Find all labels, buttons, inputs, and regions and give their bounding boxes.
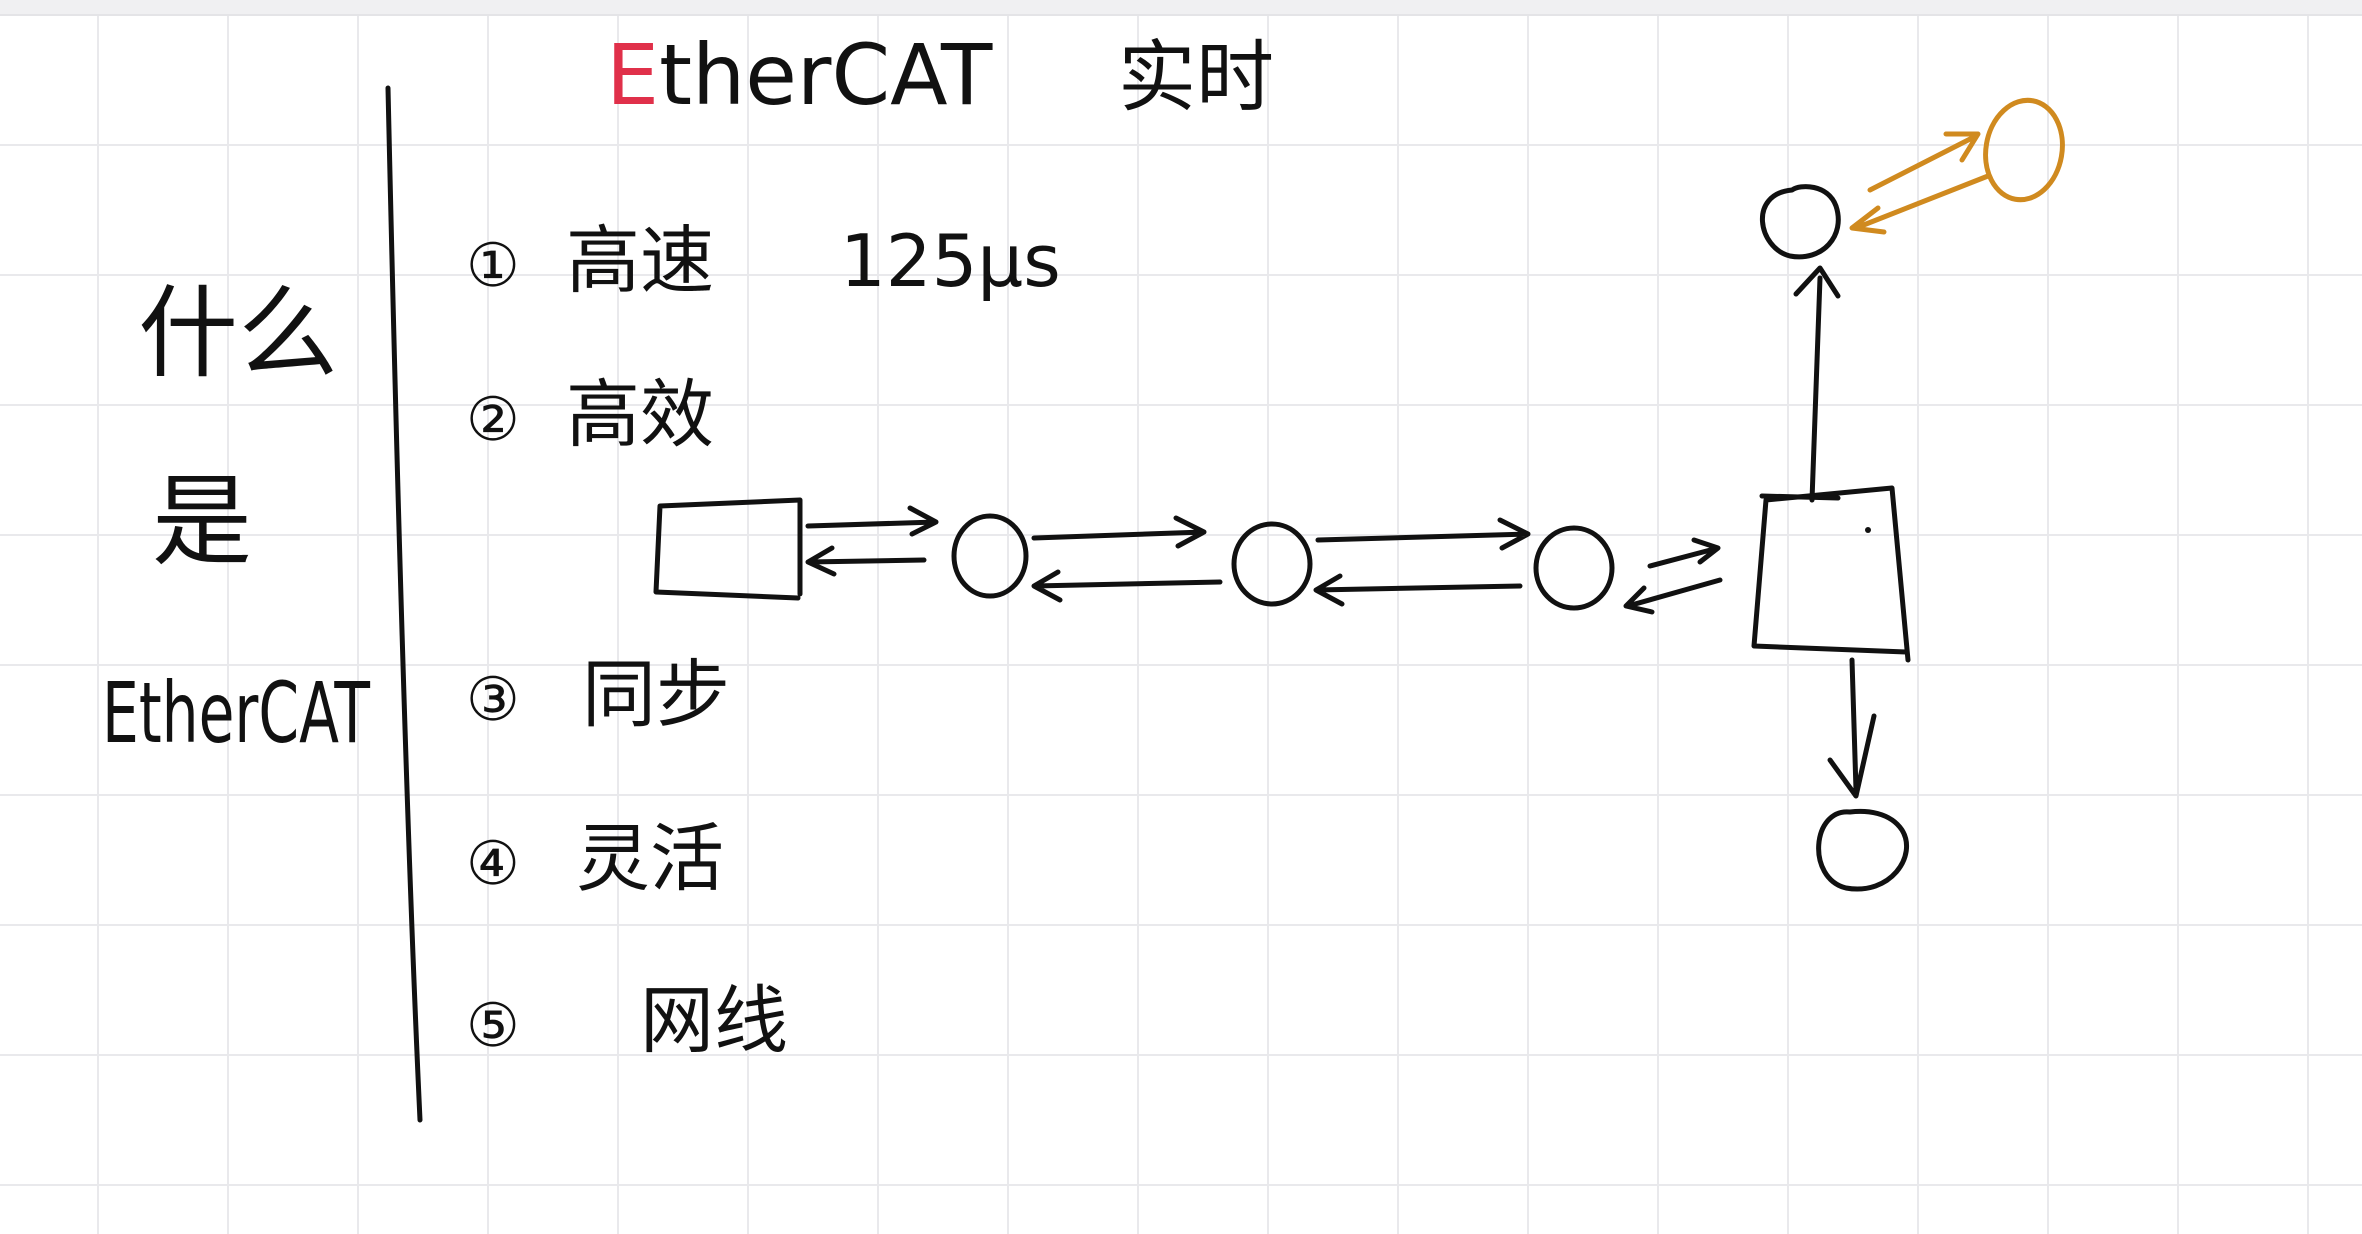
arrow-left-3	[1313, 573, 1523, 607]
arrow-right-2	[1031, 515, 1207, 549]
arrow-down-to-node	[1827, 657, 1877, 799]
list-item-3: ③ 同步	[466, 652, 730, 738]
device-box-top	[1759, 493, 1841, 501]
item-text-3: 同步	[582, 652, 730, 738]
person-head	[1760, 184, 1841, 260]
list-item-4: ④ 灵活	[466, 816, 724, 902]
list-item-5: ⑤ 网线	[466, 978, 788, 1064]
look-arrow-out	[1867, 131, 1981, 193]
side-label-line3: EtherCAT	[102, 664, 370, 762]
list-item-1: ① 高速 125μs	[466, 218, 1061, 304]
item-text-2: 高效	[566, 372, 714, 458]
title-rest: therCAT	[659, 26, 993, 124]
item-text-5: 网线	[640, 978, 788, 1064]
slave-node-3	[1533, 525, 1615, 611]
item-note-1: 125μs	[840, 219, 1061, 303]
arrow-left-2	[1031, 569, 1223, 603]
arrow-right-1	[805, 505, 939, 537]
device-box-dot	[1865, 527, 1871, 533]
hand-drawn-diagram: EtherCAT 实时 什么 是 EtherCAT ① 高速 125μs ② 高…	[102, 26, 2065, 1123]
whiteboard-canvas[interactable]: EtherCAT 实时 什么 是 EtherCAT ① 高速 125μs ② 高…	[0, 0, 2362, 1234]
vertical-divider	[385, 85, 423, 1123]
arrow-right-4	[1647, 537, 1721, 569]
side-label-line1: 什么	[138, 275, 338, 392]
master-box	[653, 497, 803, 601]
slave-node-1	[951, 513, 1029, 599]
title-first-letter: E	[606, 26, 659, 124]
side-label-line2: 是	[152, 463, 252, 580]
observed-object	[1983, 97, 2065, 203]
item-number-1: ①	[466, 231, 520, 301]
item-number-4: ④	[466, 829, 520, 899]
arrow-up-to-person	[1793, 265, 1841, 503]
title-text: EtherCAT	[606, 26, 993, 124]
device-box	[1751, 485, 1911, 663]
item-number-2: ②	[466, 385, 520, 455]
item-text-1: 高速	[566, 218, 714, 304]
item-number-3: ③	[466, 665, 520, 735]
arrow-right-3	[1315, 517, 1531, 551]
item-number-5: ⑤	[466, 991, 520, 1061]
title-suffix: 实时	[1118, 33, 1274, 123]
slave-node-2	[1231, 521, 1313, 607]
arrow-left-4	[1623, 577, 1723, 615]
arrow-left-1	[805, 545, 927, 577]
look-arrow-back	[1849, 173, 1991, 235]
item-text-4: 灵活	[576, 816, 724, 902]
list-item-2: ② 高效	[466, 372, 714, 458]
bottom-node	[1816, 808, 1909, 892]
